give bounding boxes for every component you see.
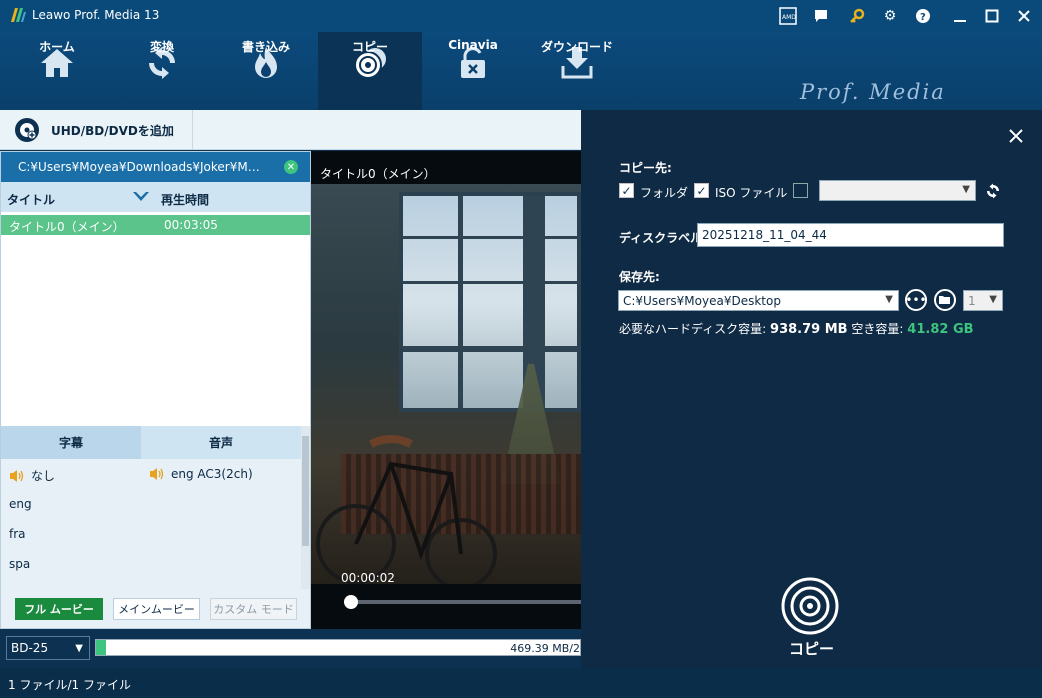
tab-subtitle[interactable]: 字幕: [1, 426, 141, 459]
custom-mode-button[interactable]: カスタム モード: [210, 598, 297, 620]
track-scrollbar[interactable]: [301, 426, 310, 589]
folder-icon: [939, 296, 950, 304]
full-movie-button[interactable]: フル ムービー: [15, 598, 103, 620]
copy-start-label[interactable]: コピー: [581, 638, 1042, 659]
speaker-icon: [10, 469, 24, 482]
capacity-text: 469.39 MB/2: [510, 642, 580, 655]
subtitle-item[interactable]: fra: [9, 527, 26, 541]
required-value: 938.79 MB: [770, 322, 848, 337]
disk-space-info: 必要なハードディスク容量: 938.79 MB 空き容量: 41.82 GB: [619, 320, 974, 337]
disc-type-select[interactable]: BD-25 ▼: [6, 636, 90, 660]
capacity-progress: 469.39 MB/2: [95, 639, 581, 656]
main-movie-button[interactable]: メインムービー: [113, 598, 200, 620]
app-logo-icon: [11, 8, 26, 22]
remove-source-icon[interactable]: ✕: [284, 160, 298, 174]
tool-copy[interactable]: コピー: [318, 32, 422, 110]
copies-select[interactable]: 1 ▼: [963, 290, 1003, 311]
feedback-icon[interactable]: [811, 6, 831, 26]
tab-audio[interactable]: 音声: [141, 426, 301, 459]
free-value: 41.82 GB: [907, 322, 974, 337]
chevron-down-icon: ▼: [885, 294, 893, 305]
gear-icon[interactable]: ⚙: [880, 6, 900, 26]
maximize-icon[interactable]: [982, 6, 1002, 26]
disc-label-label: ディスクラベル:: [619, 231, 707, 245]
subtitle-item[interactable]: eng: [9, 497, 32, 511]
col-title: タイトル: [7, 193, 56, 207]
audio-item[interactable]: eng AC3(2ch): [149, 467, 253, 481]
speaker-icon: [150, 468, 164, 480]
tool-convert[interactable]: 変換: [110, 32, 214, 110]
close-icon[interactable]: [1014, 6, 1034, 26]
video-bicycle: [316, 435, 497, 584]
copy-to-label: コピー先:: [619, 161, 672, 175]
chevron-down-icon: ▼: [962, 184, 970, 195]
open-folder-button[interactable]: [934, 289, 956, 311]
disc-capacity-bar: BD-25 ▼ 469.39 MB/2: [0, 629, 581, 668]
track-list: なし eng AC3(2ch) eng fra spa: [1, 459, 301, 589]
add-disc-button[interactable]: UHD/BD/DVDを追加: [0, 110, 193, 150]
iso-label: ISO ファイル: [715, 186, 788, 200]
source-panel: C:¥Users¥Moyea¥Downloads¥Joker¥M… ✕ タイトル…: [0, 151, 311, 629]
folder-checkbox[interactable]: ✓: [619, 183, 634, 198]
browse-button[interactable]: •••: [905, 289, 927, 311]
minimize-icon[interactable]: [950, 6, 970, 26]
title-row[interactable]: タイトル0（メイン） 00:03:05: [1, 215, 310, 235]
title-list-header: タイトル 再生時間: [1, 182, 310, 212]
preview-title: タイトル0（メイン）: [320, 167, 436, 181]
drive-checkbox[interactable]: [793, 183, 808, 198]
copy-start-button[interactable]: [780, 576, 840, 636]
playback-time: 00:00:02: [341, 571, 395, 585]
svg-text:AMD: AMD: [782, 14, 796, 21]
main-toolbar: ホーム 変換 書き込み コピー Cinavia ダウンロード Prof. Med…: [0, 32, 1042, 133]
svg-text:?: ?: [920, 12, 926, 23]
help-icon[interactable]: ?: [913, 6, 933, 26]
subtitle-item[interactable]: spa: [9, 557, 30, 571]
save-to-label: 保存先:: [619, 270, 660, 284]
sub-toolbar: UHD/BD/DVDを追加: [0, 110, 581, 150]
tool-home[interactable]: ホーム: [5, 32, 109, 110]
brand-logo: Prof. Media: [800, 80, 946, 104]
close-panel-icon[interactable]: [1007, 127, 1025, 145]
key-icon[interactable]: [847, 6, 867, 26]
free-label: 空き容量:: [851, 322, 904, 336]
app-title: Leawo Prof. Media 13: [32, 8, 160, 22]
col-duration: 再生時間: [161, 193, 210, 207]
title-bar: Leawo Prof. Media 13 AMD ⚙ ?: [0, 0, 1042, 32]
video-window: [399, 192, 581, 412]
copy-disc-icon: [781, 577, 839, 635]
status-text: 1 ファイル/1 ファイル: [8, 678, 131, 692]
source-path: C:¥Users¥Moyea¥Downloads¥Joker¥M…: [18, 160, 260, 174]
video-preview[interactable]: タイトル0（メイン） 00:00:02: [311, 151, 581, 629]
mode-bar: フル ムービー メインムービー カスタム モード: [1, 589, 310, 628]
status-bar: 1 ファイル/1 ファイル: [0, 668, 1042, 698]
chevron-down-icon: ▼: [989, 294, 997, 305]
chevron-down-icon: ▼: [75, 643, 83, 654]
track-tabs: 字幕 音声: [1, 426, 310, 459]
drive-select[interactable]: ▼: [819, 180, 976, 201]
tool-burn[interactable]: 書き込み: [214, 32, 318, 110]
copy-settings-panel: コピー先: ✓ フォルダ ✓ ISO ファイル ▼ ディスクラベル: 20251…: [581, 110, 1042, 668]
tool-download[interactable]: ダウンロード: [525, 32, 629, 110]
more-icon: •••: [905, 293, 927, 307]
chevron-down-icon[interactable]: [132, 190, 150, 204]
required-label: 必要なハードディスク容量:: [619, 322, 767, 336]
iso-checkbox[interactable]: ✓: [694, 183, 709, 198]
tool-cinavia[interactable]: Cinavia: [421, 32, 525, 110]
refresh-icon[interactable]: [984, 182, 1002, 200]
seek-bar[interactable]: [345, 600, 581, 604]
capacity-fill: [96, 640, 106, 655]
amd-icon[interactable]: AMD: [778, 6, 798, 26]
source-path-header: C:¥Users¥Moyea¥Downloads¥Joker¥M… ✕: [1, 152, 310, 182]
scrollbar-thumb[interactable]: [302, 436, 309, 546]
video-frame: [311, 184, 581, 584]
subtitle-item[interactable]: なし: [9, 467, 55, 484]
seek-knob[interactable]: [344, 595, 358, 609]
add-disc-icon: [15, 118, 39, 142]
save-path-select[interactable]: C:¥Users¥Moyea¥Desktop ▼: [618, 290, 899, 311]
folder-label: フォルダ: [640, 186, 689, 200]
disc-label-input[interactable]: 20251218_11_04_44: [697, 223, 1004, 247]
